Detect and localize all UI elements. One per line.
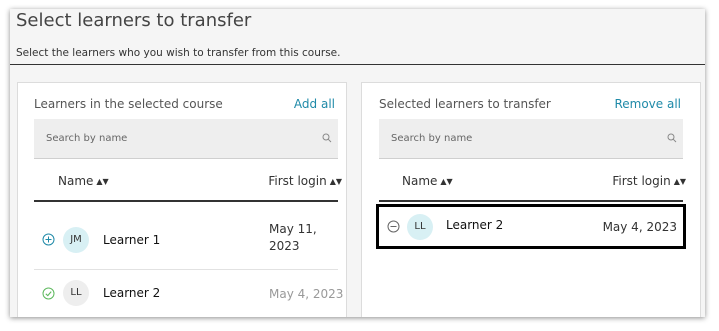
first-login-date-line: May 11, <box>269 222 317 236</box>
first-login-date-line: 2023 <box>269 239 300 253</box>
header-divider <box>379 200 683 202</box>
remove-all-button[interactable]: Remove all <box>614 97 681 111</box>
row-divider <box>34 269 338 270</box>
page-title: Select learners to transfer <box>16 10 252 31</box>
sort-icon: ▲▼ <box>329 177 342 186</box>
learner-name: Learner 1 <box>103 233 161 247</box>
avatar: LL <box>407 214 433 240</box>
first-login-date: May 11, 2023 <box>269 221 317 255</box>
page-subtitle: Select the learners who you wish to tran… <box>16 47 341 59</box>
avatar: LL <box>63 280 89 306</box>
search-icon[interactable] <box>667 133 677 143</box>
column-label: First login <box>268 174 327 188</box>
panel-title: Selected learners to transfer <box>379 97 551 111</box>
learner-name: Learner 2 <box>103 286 161 300</box>
first-login-column-header[interactable]: First login ▲▼ <box>612 174 686 188</box>
course-learners-panel: Learners in the selected course Add all … <box>17 82 347 317</box>
search-box <box>34 119 338 159</box>
title-divider <box>10 64 705 65</box>
avatar: JM <box>63 227 89 253</box>
add-circle-icon[interactable] <box>42 233 55 246</box>
column-label: Name <box>58 174 94 188</box>
search-icon[interactable] <box>322 133 332 143</box>
column-label: Name <box>402 174 438 188</box>
search-input[interactable] <box>379 119 683 158</box>
first-login-column-header[interactable]: First login ▲▼ <box>268 174 342 188</box>
sort-icon: ▲▼ <box>440 177 453 186</box>
selected-learners-panel: Selected learners to transfer Remove all… <box>361 82 701 317</box>
search-input[interactable] <box>34 119 338 158</box>
column-label: First login <box>612 174 671 188</box>
first-login-date: May 4, 2023 <box>602 220 677 234</box>
learner-name: Learner 2 <box>446 218 504 232</box>
header-divider <box>34 200 338 202</box>
name-column-header[interactable]: Name ▲▼ <box>58 174 109 188</box>
sort-icon: ▲▼ <box>673 177 686 186</box>
remove-circle-icon[interactable] <box>387 220 400 233</box>
panel-title: Learners in the selected course <box>34 97 223 111</box>
check-circle-icon[interactable] <box>42 287 55 300</box>
search-box <box>379 119 683 159</box>
first-login-date: May 4, 2023 <box>269 287 344 301</box>
selected-learner-row: LL Learner 2 May 4, 2023 <box>376 204 686 249</box>
transfer-dialog: Select learners to transfer Select the l… <box>10 9 705 317</box>
add-all-button[interactable]: Add all <box>294 97 335 111</box>
name-column-header[interactable]: Name ▲▼ <box>402 174 453 188</box>
sort-icon: ▲▼ <box>96 177 109 186</box>
